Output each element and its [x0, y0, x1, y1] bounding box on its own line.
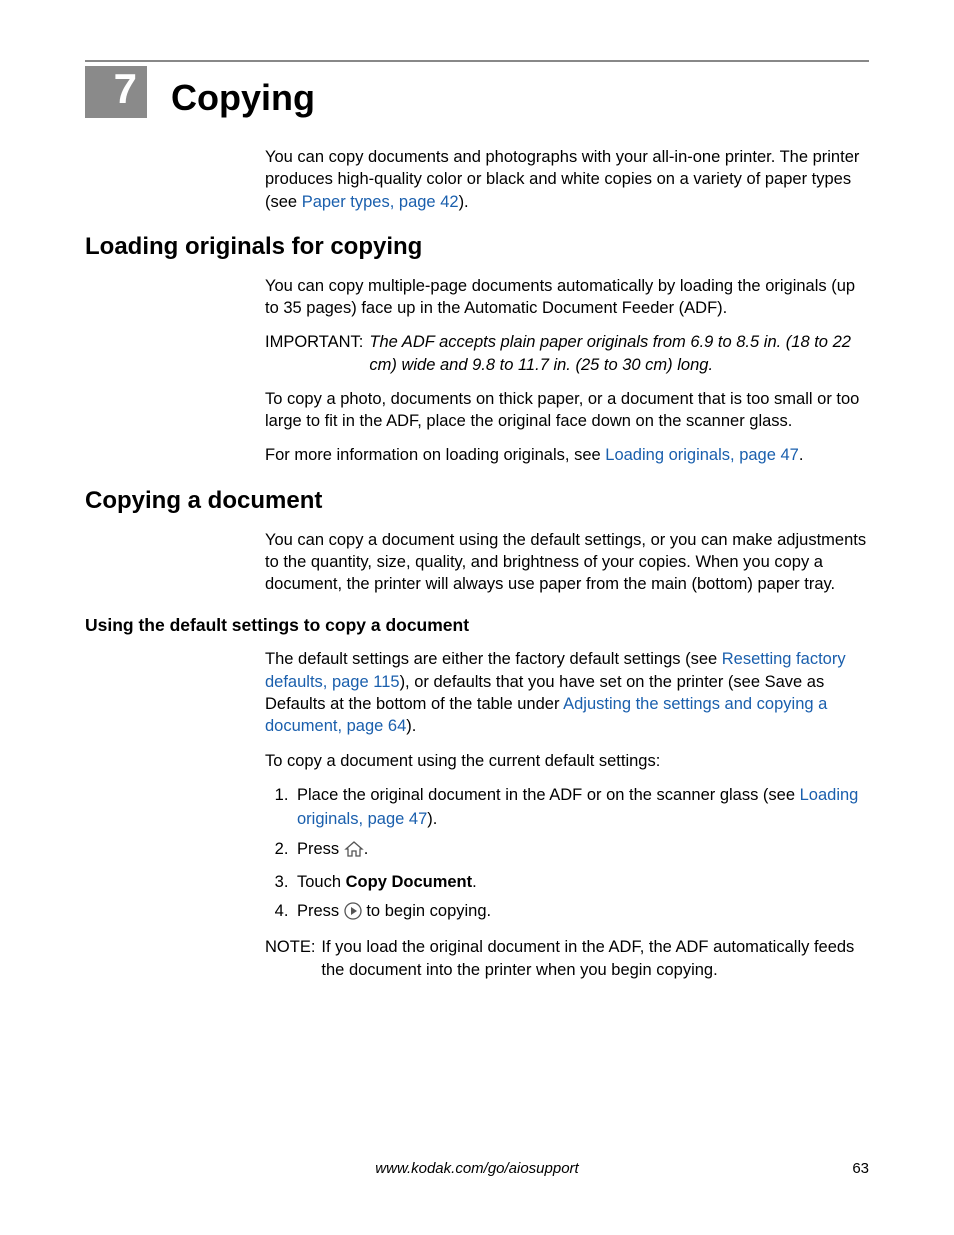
heading-loading-originals: Loading originals for copying: [85, 233, 869, 261]
sec1-p3a: For more information on loading original…: [265, 446, 605, 464]
footer-page-number: 63: [852, 1160, 869, 1177]
intro-paragraph: You can copy documents and photographs w…: [265, 146, 869, 213]
sub1-p1a: The default settings are either the fact…: [265, 650, 722, 668]
top-rule: [85, 60, 869, 62]
sec1-p3b: .: [799, 446, 804, 464]
note: NOTE: If you load the original document …: [265, 936, 869, 981]
note-text: If you load the original document in the…: [321, 936, 869, 981]
important-label: IMPORTANT:: [265, 331, 363, 376]
important-text: The ADF accepts plain paper originals fr…: [369, 331, 869, 376]
step4-text-b: to begin copying.: [362, 902, 491, 920]
step1-text-a: Place the original document in the ADF o…: [297, 786, 800, 804]
sub1-p2: To copy a document using the current def…: [265, 750, 869, 772]
link-paper-types[interactable]: Paper types, page 42: [302, 193, 459, 211]
step3-bold: Copy Document: [346, 873, 473, 891]
play-icon: [344, 902, 362, 928]
note-label: NOTE:: [265, 936, 315, 981]
footer-url: www.kodak.com/go/aiosupport: [375, 1160, 578, 1177]
step2-text-a: Press: [297, 840, 344, 858]
steps-list: Place the original document in the ADF o…: [293, 784, 869, 929]
sec2-p1: You can copy a document using the defaul…: [265, 529, 869, 596]
link-loading-originals[interactable]: Loading originals, page 47: [605, 446, 799, 464]
chapter-number-badge: 7: [85, 66, 147, 118]
chapter-title: Copying: [171, 80, 315, 118]
step4-text-a: Press: [297, 902, 344, 920]
page-footer: www.kodak.com/go/aiosupport 63: [85, 1160, 869, 1177]
step2-text-b: .: [364, 840, 369, 858]
sub1-p1c: ).: [406, 717, 416, 735]
section-loading-originals: You can copy multiple-page documents aut…: [265, 275, 869, 467]
sec1-p1: You can copy multiple-page documents aut…: [265, 275, 869, 320]
step-2: Press .: [293, 838, 869, 865]
heading-default-settings: Using the default settings to copy a doc…: [85, 615, 869, 636]
section-copying-document-intro: You can copy a document using the defaul…: [265, 529, 869, 596]
step3-text-a: Touch: [297, 873, 346, 891]
important-note: IMPORTANT: The ADF accepts plain paper o…: [265, 331, 869, 376]
step-1: Place the original document in the ADF o…: [293, 784, 869, 832]
section-default-settings: The default settings are either the fact…: [265, 648, 869, 980]
intro-text-tail: ).: [459, 193, 469, 211]
step3-text-b: .: [472, 873, 477, 891]
home-icon: [344, 841, 364, 865]
sec1-p2: To copy a photo, documents on thick pape…: [265, 388, 869, 433]
heading-copying-document: Copying a document: [85, 487, 869, 515]
step-4: Press to begin copying.: [293, 900, 869, 928]
step1-text-b: ).: [427, 810, 437, 828]
chapter-header: 7 Copying: [85, 66, 869, 118]
step-3: Touch Copy Document.: [293, 871, 869, 895]
